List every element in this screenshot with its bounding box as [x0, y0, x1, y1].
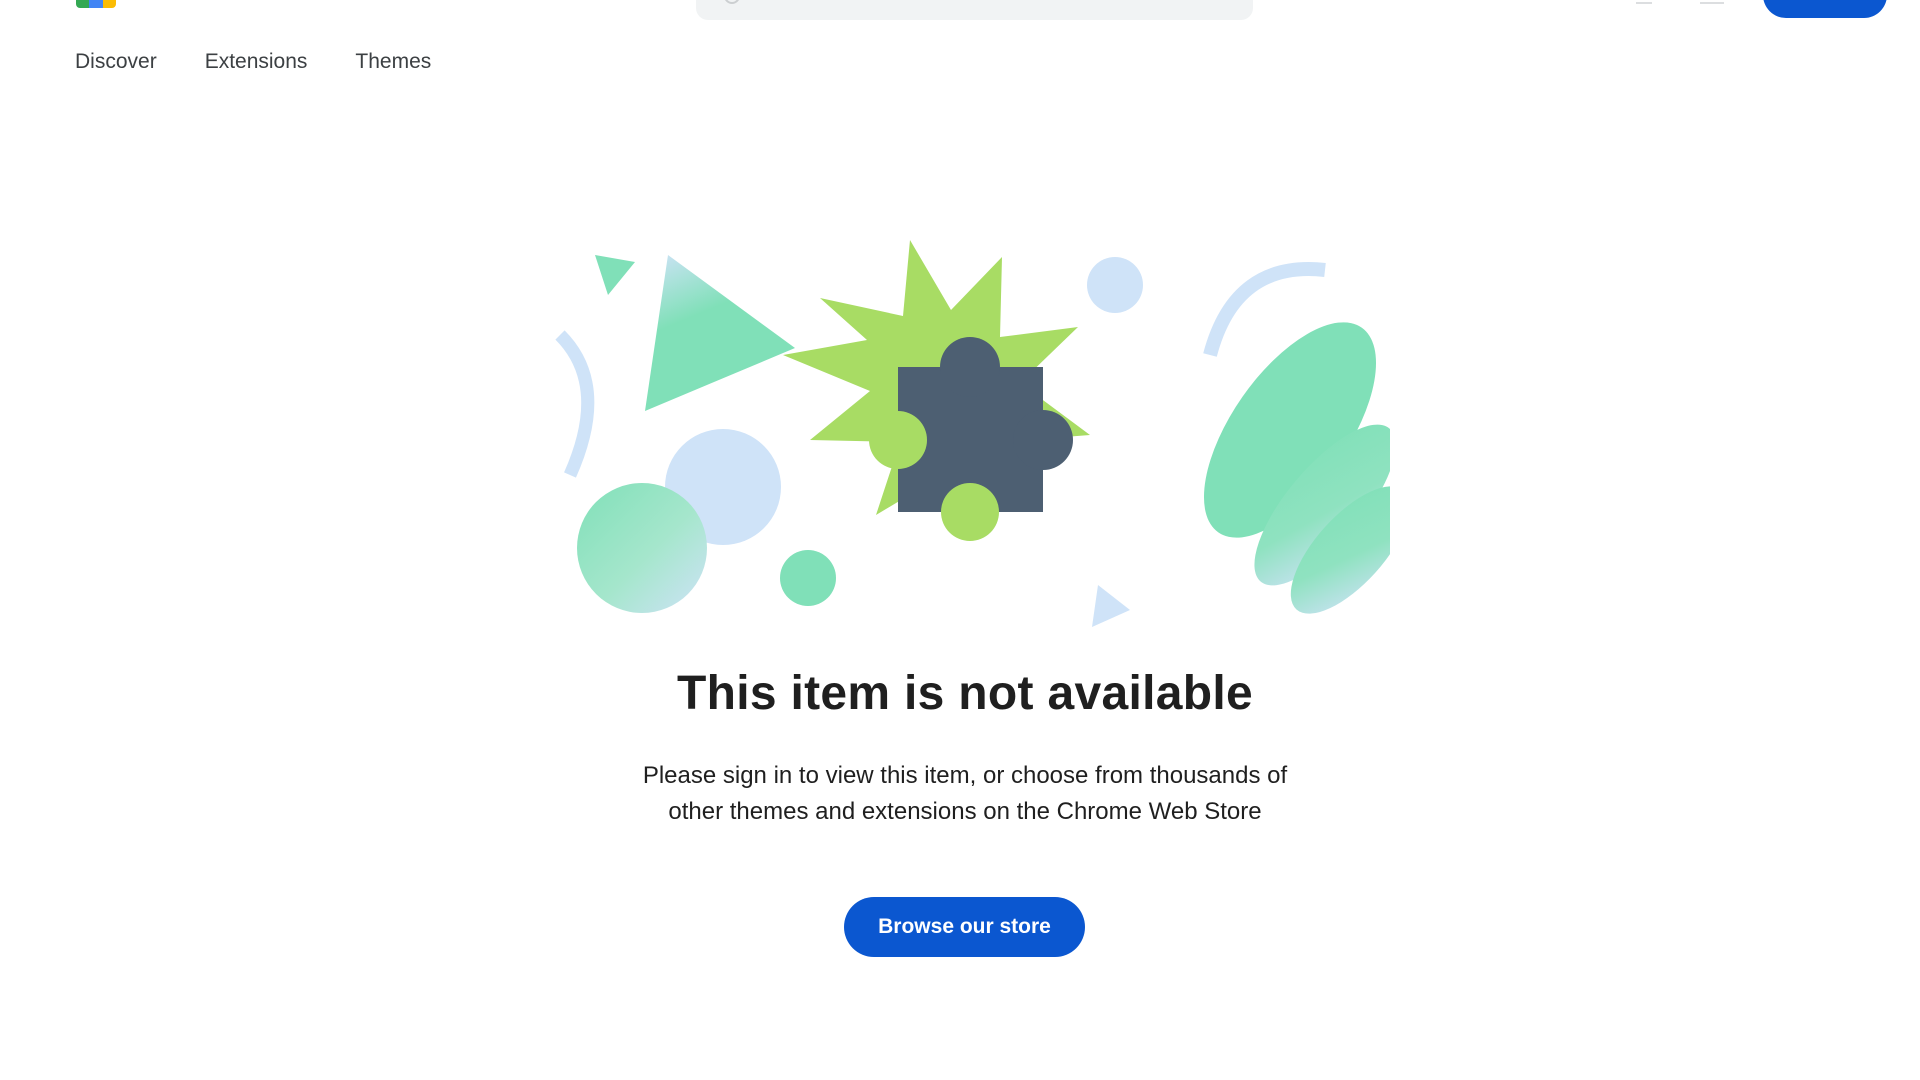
- small-mint-circle-shape: [780, 550, 836, 606]
- left-arc-shape: [555, 330, 595, 478]
- page-subtitle: Please sign in to view this item, or cho…: [0, 758, 1920, 830]
- blue-dot-shape: [1087, 257, 1143, 313]
- help-icon[interactable]: [1636, 0, 1652, 4]
- logo-yellow-segment: [102, 0, 116, 8]
- search-icon: [724, 0, 740, 4]
- gradient-triangle-shape: [645, 255, 795, 411]
- puzzle-notch-bottom: [941, 483, 999, 541]
- chrome-web-store-logo[interactable]: [76, 0, 116, 8]
- nav-discover[interactable]: Discover: [75, 48, 157, 76]
- main-nav: Discover Extensions Themes: [75, 48, 479, 76]
- sign-in-button[interactable]: [1763, 0, 1887, 18]
- not-available-illustration: [555, 240, 1390, 627]
- small-triangle-shape: [595, 255, 635, 295]
- nav-extensions[interactable]: Extensions: [205, 48, 308, 76]
- puzzle-notch-left: [869, 411, 927, 469]
- logo-blue-segment: [89, 0, 103, 8]
- small-blue-triangle-shape: [1092, 585, 1130, 627]
- leaf-blob-shapes: [1203, 322, 1390, 614]
- mint-circle-shape: [577, 483, 707, 613]
- page-title: This item is not available: [677, 667, 1253, 720]
- top-bar: [0, 0, 1920, 30]
- subtitle-line-1: Please sign in to view this item, or cho…: [642, 762, 1288, 789]
- browse-store-button[interactable]: Browse our store: [844, 897, 1085, 957]
- subtitle-line-2: other themes and extensions on the Chrom…: [668, 798, 1262, 825]
- nav-themes[interactable]: Themes: [355, 48, 431, 76]
- search-input[interactable]: [696, 0, 1253, 20]
- logo-green-segment: [76, 0, 90, 8]
- apps-icon[interactable]: [1700, 0, 1724, 4]
